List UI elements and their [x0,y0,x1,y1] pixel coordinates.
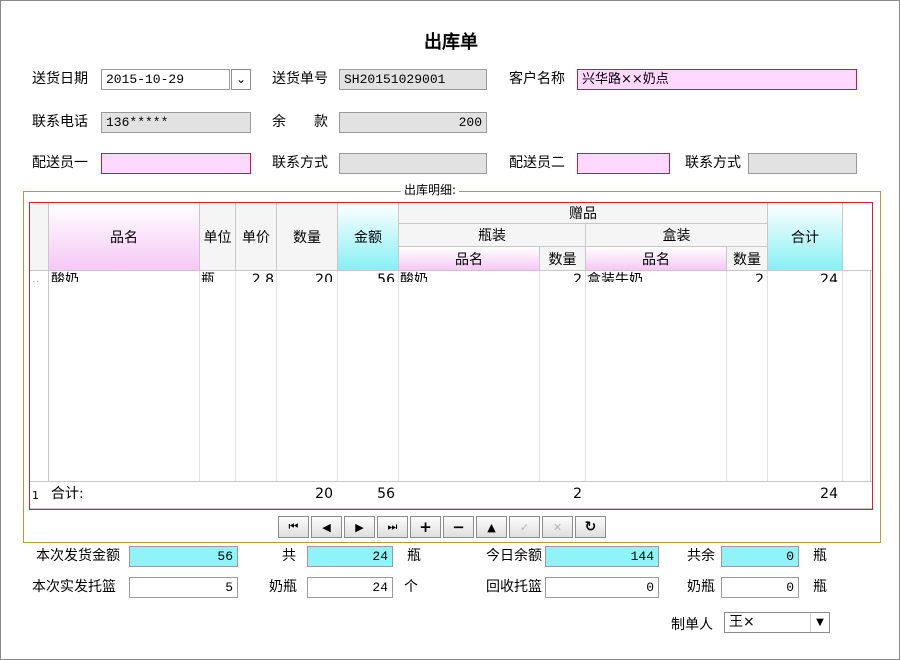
contact1-field[interactable] [339,153,487,174]
milk-bottle-field[interactable]: 24 [307,577,393,598]
detail-group-title: 出库明细: [401,183,460,197]
first-record-icon: ⏮ [288,520,299,533]
maker-label: 制单人 [671,617,713,633]
nav-delete-button[interactable]: − [443,516,474,538]
refresh-icon: ↻ [584,519,597,535]
nav-edit-button[interactable]: ▲ [476,516,507,538]
balance-field[interactable]: 200 [339,112,487,133]
ship-amount-field[interactable]: 56 [129,546,238,567]
minus-icon: − [452,518,465,536]
plus-icon: + [419,518,432,536]
nav-cancel-button[interactable]: ✕ [542,516,573,538]
baskets-field[interactable]: 5 [129,577,238,598]
phone-label: 联系电话 [32,114,88,130]
remain-label: 共余 [687,548,715,564]
customer-label: 客户名称 [509,71,565,87]
balance-label-b: 款 [314,114,328,130]
nav-add-button[interactable]: + [410,516,441,538]
cross-icon: ✕ [552,520,563,534]
deliver1-field[interactable] [101,153,251,174]
chevron-down-icon: ⌄ [236,72,247,86]
maker-value: 王× [729,614,755,630]
nav-next-button[interactable]: ▶ [344,516,375,538]
milk-bottle2-field[interactable]: 0 [721,577,799,598]
balance-label-a: 余 [272,114,286,130]
contact1-label: 联系方式 [272,155,328,171]
nav-refresh-button[interactable]: ↻ [575,516,606,538]
contact2-label: 联系方式 [685,155,741,171]
ship-amount-label: 本次发货金额 [36,548,120,564]
recycle-label: 回收托篮 [486,579,542,595]
phone-field[interactable]: 136***** [101,112,251,133]
chevron-down-icon: ▼ [810,613,829,632]
send-date-label: 送货日期 [32,71,88,87]
baskets-label: 本次实发托篮 [32,579,116,595]
maker-select[interactable]: 王× ▼ [724,612,830,633]
prev-record-icon: ◀ [322,520,331,534]
customer-field[interactable]: 兴华路××奶点 [577,69,857,90]
grid-focus-border [29,202,873,510]
up-triangle-icon: ▲ [487,520,496,534]
send-date-field[interactable]: 2015-10-29 [101,69,230,90]
date-picker-button[interactable]: ⌄ [231,69,251,90]
last-record-icon: ⏭ [387,520,398,533]
send-no-field[interactable]: SH20151029001 [339,69,487,90]
nav-prev-button[interactable]: ◀ [311,516,342,538]
remain-unit: 瓶 [813,548,827,564]
page-title: 出库单 [424,32,478,53]
milk-bottle2-unit: 瓶 [813,579,827,595]
remain-field[interactable]: 0 [721,546,799,567]
recycle-field[interactable]: 0 [545,577,659,598]
deliver2-field[interactable] [577,153,670,174]
milk-bottle-label: 奶瓶 [269,579,297,595]
today-balance-field[interactable]: 144 [545,546,659,567]
nav-last-button[interactable]: ⏭ [377,516,408,538]
check-icon: ✓ [519,520,530,534]
outbound-order-window: 出库单 送货日期 2015-10-29 ⌄ 送货单号 SH20151029001… [0,0,900,660]
total-unit: 瓶 [407,548,421,564]
send-no-label: 送货单号 [272,71,328,87]
contact2-field[interactable] [748,153,857,174]
next-record-icon: ▶ [355,520,364,534]
nav-post-button[interactable]: ✓ [509,516,540,538]
nav-first-button[interactable]: ⏮ [278,516,309,538]
deliver1-label: 配送员一 [32,155,88,171]
total-field[interactable]: 24 [307,546,393,567]
total-label: 共 [282,548,296,564]
today-balance-label: 今日余额 [486,548,542,564]
milk-bottle2-label: 奶瓶 [687,579,715,595]
milk-bottle-unit: 个 [404,579,418,595]
deliver2-label: 配送员二 [509,155,565,171]
